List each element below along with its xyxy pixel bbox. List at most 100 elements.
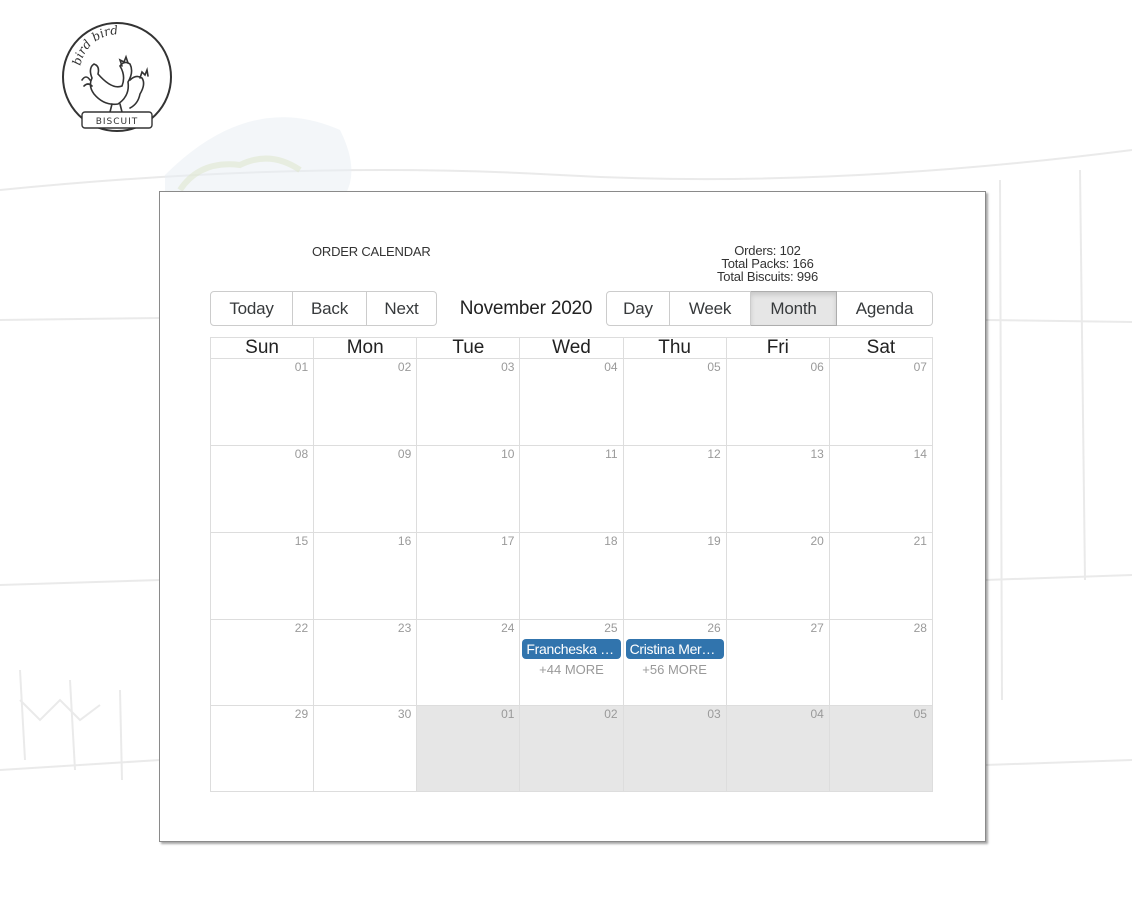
day-cell[interactable]: 29 [211, 706, 313, 791]
calendar-event[interactable]: Cristina Mer… [625, 639, 724, 659]
date-number[interactable]: 06 [810, 360, 823, 374]
day-cell[interactable]: 04 [725, 706, 829, 791]
view-agenda-button[interactable]: Agenda [837, 291, 933, 326]
date-number[interactable]: 11 [605, 447, 617, 461]
order-calendar-panel: ORDER CALENDAR Orders: 102 Total Packs: … [159, 191, 986, 842]
week-row: 08 09 10 11 12 13 14 [211, 445, 932, 532]
day-cell[interactable]: 02 [313, 359, 416, 445]
view-week-button[interactable]: Week [670, 291, 751, 326]
day-cell[interactable]: 09 [313, 446, 416, 532]
order-stats: Orders: 102 Total Packs: 166 Total Biscu… [660, 244, 875, 283]
calendar-title: ORDER CALENDAR [312, 244, 431, 259]
date-number[interactable]: 05 [707, 360, 720, 374]
date-number[interactable]: 20 [810, 534, 823, 548]
date-number[interactable]: 08 [295, 447, 308, 461]
day-cell[interactable]: 19 [622, 533, 726, 619]
day-cell[interactable]: 13 [725, 446, 829, 532]
date-number[interactable]: 04 [810, 707, 823, 721]
day-cell[interactable]: 05 [622, 359, 726, 445]
date-number[interactable]: 04 [604, 360, 617, 374]
day-cell[interactable]: 02 [519, 706, 623, 791]
date-number[interactable]: 10 [501, 447, 514, 461]
date-number[interactable]: 12 [707, 447, 720, 461]
date-number[interactable]: 02 [604, 707, 617, 721]
day-cell[interactable]: 07 [828, 359, 932, 445]
date-number[interactable]: 21 [914, 534, 927, 548]
week-row: 29 30 01 02 03 04 05 [211, 705, 932, 791]
date-number[interactable]: 09 [398, 447, 411, 461]
weekday-header: Sun Mon Tue Wed Thu Fri Sat [211, 338, 932, 358]
show-more-link[interactable]: +44 MORE [520, 662, 622, 677]
day-cell[interactable]: 14 [828, 446, 932, 532]
day-cell[interactable]: 24 [416, 620, 519, 706]
weekday-thu: Thu [622, 338, 726, 358]
date-number[interactable]: 01 [295, 360, 308, 374]
day-cell[interactable]: 04 [519, 359, 622, 445]
date-number[interactable]: 03 [707, 707, 720, 721]
date-number[interactable]: 18 [604, 534, 617, 548]
calendar-event[interactable]: Francheska … [522, 639, 621, 659]
date-number[interactable]: 14 [914, 447, 927, 461]
weekday-mon: Mon [313, 338, 416, 358]
view-month-button[interactable]: Month [751, 291, 837, 326]
day-cell[interactable]: 17 [416, 533, 519, 619]
date-number[interactable]: 30 [398, 707, 411, 721]
total-biscuits: Total Biscuits: 996 [717, 269, 818, 284]
date-number[interactable]: 23 [398, 621, 411, 635]
date-number[interactable]: 07 [914, 360, 927, 374]
month-grid: Sun Mon Tue Wed Thu Fri Sat 01 02 03 04 05 06 07 08 09… [210, 337, 933, 792]
date-number[interactable]: 16 [398, 534, 411, 548]
week-row: 15 16 17 18 19 20 21 [211, 532, 932, 619]
day-cell[interactable]: 30 [313, 706, 416, 791]
day-cell[interactable]: 28 [828, 620, 932, 706]
day-cell[interactable]: 03 [622, 706, 726, 791]
day-cell[interactable]: 16 [313, 533, 416, 619]
logo-wordmark: BISCUIT [96, 117, 139, 127]
day-cell[interactable]: 27 [725, 620, 829, 706]
calendar-toolbar: Today Back Next November 2020 Day Week M… [210, 291, 933, 326]
day-cell[interactable]: 20 [725, 533, 829, 619]
day-cell[interactable]: 15 [211, 533, 313, 619]
navigation-buttons: Today Back Next [210, 291, 437, 326]
week-row: 22 23 24 25 Francheska … +44 MORE 26 Cristina M… [211, 619, 932, 706]
date-number[interactable]: 19 [707, 534, 720, 548]
day-cell[interactable]: 12 [622, 446, 726, 532]
day-cell[interactable]: 06 [725, 359, 829, 445]
today-button[interactable]: Today [210, 291, 293, 326]
day-cell[interactable]: 18 [519, 533, 622, 619]
date-number[interactable]: 05 [914, 707, 927, 721]
date-number[interactable]: 01 [501, 707, 514, 721]
day-cell[interactable]: 21 [828, 533, 932, 619]
day-cell[interactable]: 05 [828, 706, 932, 791]
day-cell[interactable]: 22 [211, 620, 313, 706]
day-cell[interactable]: 01 [416, 706, 520, 791]
day-cell[interactable]: 08 [211, 446, 313, 532]
view-day-button[interactable]: Day [606, 291, 670, 326]
date-number[interactable]: 17 [501, 534, 514, 548]
date-number[interactable]: 02 [398, 360, 411, 374]
date-number[interactable]: 13 [810, 447, 823, 461]
day-cell[interactable]: 26 Cristina Mer… +56 MORE [622, 620, 726, 706]
day-cell[interactable]: 03 [416, 359, 519, 445]
bird-bird-biscuit-logo: bird bird BISCUIT [62, 22, 172, 132]
date-number[interactable]: 26 [707, 621, 720, 635]
next-button[interactable]: Next [367, 291, 437, 326]
day-cell[interactable]: 25 Francheska … +44 MORE [519, 620, 622, 706]
back-button[interactable]: Back [293, 291, 367, 326]
date-number[interactable]: 15 [295, 534, 308, 548]
weekday-fri: Fri [725, 338, 829, 358]
day-cell[interactable]: 11 [519, 446, 622, 532]
date-number[interactable]: 25 [604, 621, 617, 635]
show-more-link[interactable]: +56 MORE [624, 662, 726, 677]
date-number[interactable]: 22 [295, 621, 308, 635]
day-cell[interactable]: 01 [211, 359, 313, 445]
date-number[interactable]: 03 [501, 360, 514, 374]
date-number[interactable]: 27 [810, 621, 823, 635]
date-number[interactable]: 28 [914, 621, 927, 635]
date-number[interactable]: 29 [295, 707, 308, 721]
day-cell[interactable]: 23 [313, 620, 416, 706]
week-row: 01 02 03 04 05 06 07 [211, 358, 932, 445]
day-cell[interactable]: 10 [416, 446, 519, 532]
weekday-wed: Wed [519, 338, 622, 358]
date-number[interactable]: 24 [501, 621, 514, 635]
